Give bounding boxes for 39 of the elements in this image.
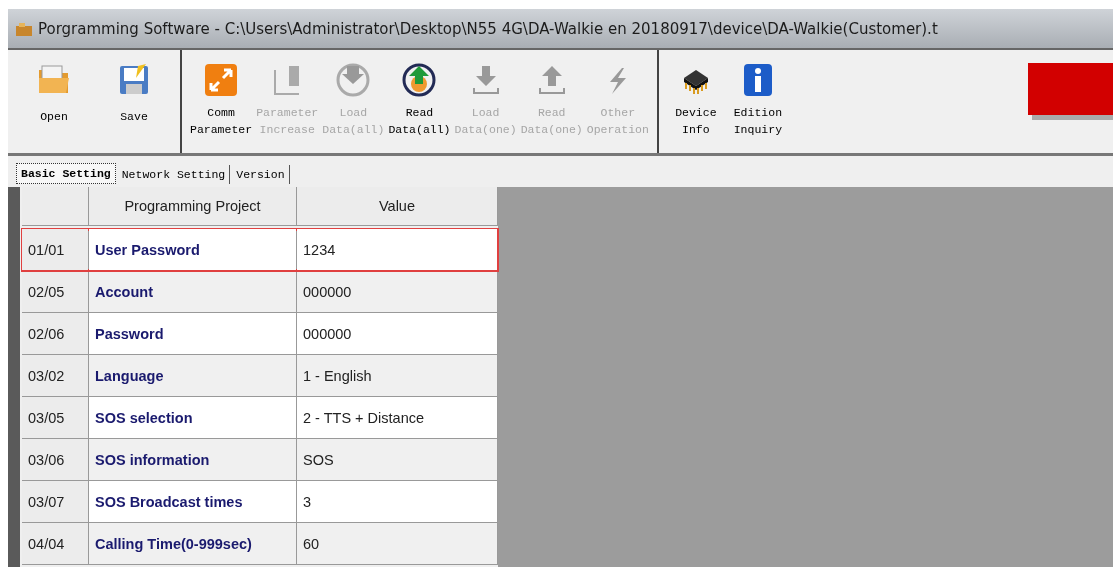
toolbar-button[interactable]: Comm Parameter <box>188 56 255 138</box>
table-cell: Language <box>89 355 296 396</box>
table-cell: User Password <box>89 229 296 270</box>
row-code-cell: 03/07 <box>22 481 88 522</box>
row-code-cell: 02/06 <box>22 313 88 354</box>
table-cell: SOS Broadcast times <box>89 481 296 522</box>
download-circle-icon <box>335 62 372 98</box>
row-code-cell: 01/01 <box>22 229 88 270</box>
table-cell: SOS information <box>89 439 296 480</box>
table-cell: 1234 <box>297 229 497 270</box>
column-header: Value <box>297 187 498 226</box>
header-cell <box>22 187 89 226</box>
row-code-cell: 03/02 <box>22 355 88 396</box>
app-icon <box>16 21 32 36</box>
table-cell: Account <box>89 271 296 312</box>
toolbar-button[interactable]: Open <box>14 56 94 125</box>
table-cell: 3 <box>297 481 497 522</box>
table-cell: Password <box>89 313 296 354</box>
toolbar-button[interactable]: Read Data(all) <box>386 56 453 138</box>
table-cell: 60 <box>297 523 497 564</box>
toolbar-button[interactable]: Edition Inquiry <box>726 56 789 138</box>
table-cell: 1 - English <box>297 355 497 396</box>
window-title: Porgramming Software - C:\Users\Administrator\Desktop\N55 4G\DA-Walkie en 20180917\device\DA-Walkie(Customer).t <box>38 19 938 38</box>
table-cell: Calling Time(0-999sec) <box>89 523 296 564</box>
column-header: Programming Project <box>89 187 297 226</box>
table-cell: 000000 <box>297 313 497 354</box>
table-cell: 2 - TTS + Distance <box>297 397 497 438</box>
swap-arrows-icon <box>203 62 240 98</box>
table-cell: SOS <box>297 439 497 480</box>
table-cell: SOS selection <box>89 397 296 438</box>
tab[interactable]: Basic Setting <box>16 163 116 184</box>
row-code-cell: 04/04 <box>22 523 88 564</box>
upload-circle-icon <box>401 62 438 98</box>
row-code-cell: 02/05 <box>22 271 88 312</box>
row-code-cell: 03/06 <box>22 439 88 480</box>
table-cell: 000000 <box>297 271 497 312</box>
toolbar-button[interactable]: Device Info <box>664 56 727 138</box>
toolbar-button[interactable]: Save <box>94 56 174 125</box>
row-code-cell: 03/05 <box>22 397 88 438</box>
